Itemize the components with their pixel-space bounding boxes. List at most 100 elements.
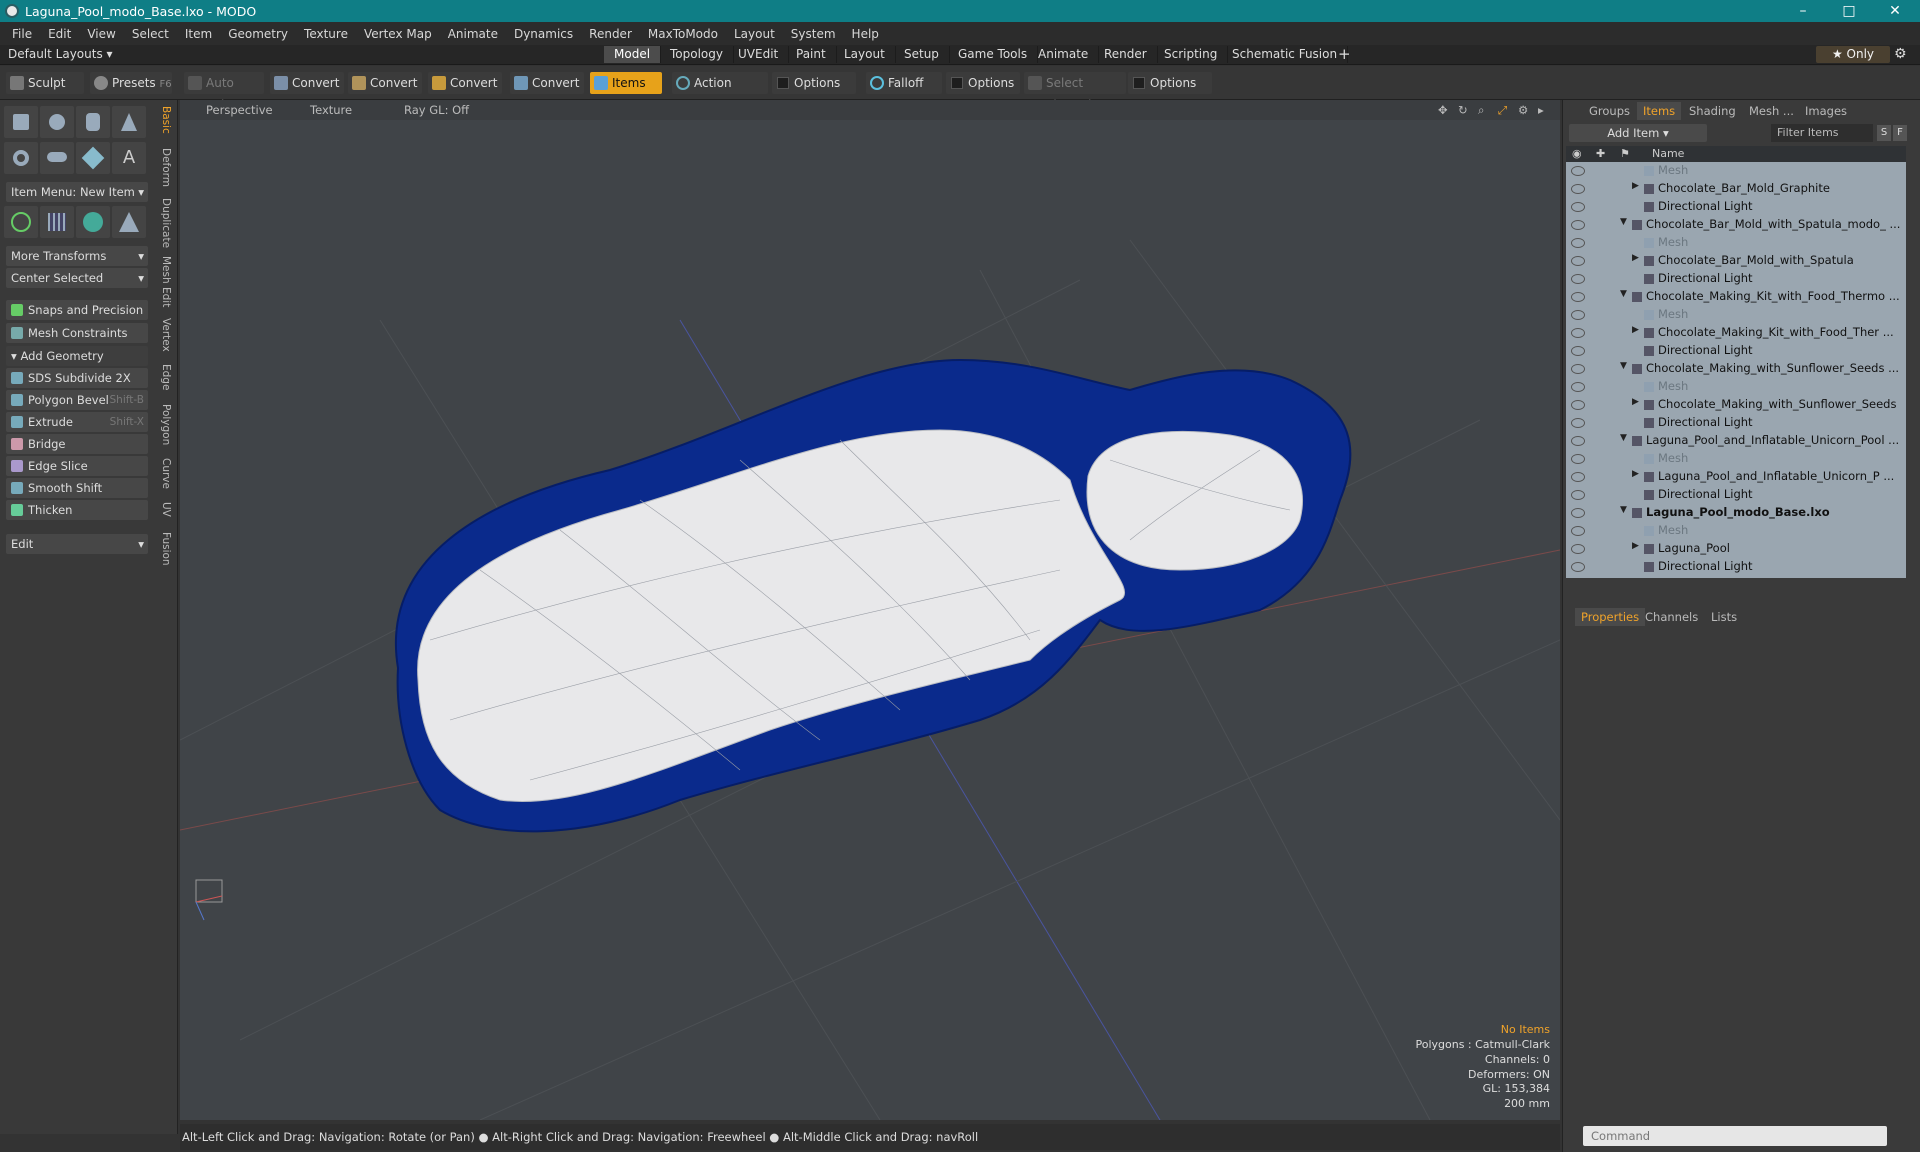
vtab-deform[interactable]: Deform: [154, 148, 172, 187]
menu-view[interactable]: View: [79, 27, 123, 41]
outliner-row[interactable]: Directional Light: [1566, 270, 1906, 288]
pen-icon[interactable]: [76, 142, 110, 174]
menu-geometry[interactable]: Geometry: [220, 27, 296, 41]
expand-arrow-icon[interactable]: ▶: [1632, 469, 1639, 479]
snaps-and-precision-button[interactable]: Snaps and Precision: [6, 300, 148, 320]
transform-icon[interactable]: [4, 206, 38, 238]
rotate-icon[interactable]: ↻: [1458, 103, 1468, 117]
texture-menu[interactable]: Texture: [310, 103, 352, 117]
outliner-row[interactable]: ▼ Chocolate_Making_Kit_with_Food_Thermo .…: [1566, 288, 1906, 306]
tab-items[interactable]: Items: [1637, 102, 1682, 120]
name-column-header[interactable]: Name: [1652, 147, 1684, 160]
cylinder-icon[interactable]: [76, 106, 110, 138]
torus-icon[interactable]: [4, 142, 38, 174]
pyramid-icon[interactable]: [112, 206, 146, 238]
outliner-row[interactable]: ▶ Laguna_Pool: [1566, 540, 1906, 558]
tab-groups[interactable]: Groups: [1583, 102, 1636, 120]
tab-topology[interactable]: Topology: [660, 46, 734, 63]
outliner-row[interactable]: Directional Light: [1566, 414, 1906, 432]
close-button[interactable]: ✕: [1872, 0, 1918, 22]
outliner-row[interactable]: ▶ Chocolate_Making_with_Sunflower_Seeds: [1566, 396, 1906, 414]
menu-system[interactable]: System: [783, 27, 844, 41]
collapse-arrow-icon[interactable]: ▼: [1620, 289, 1627, 299]
3d-viewport[interactable]: Perspective Texture Ray GL: Off ✥ ↻ ⌕ ⤢ …: [180, 100, 1560, 1120]
vtab-vertex[interactable]: Vertex: [154, 318, 172, 352]
eye-icon[interactable]: [1571, 256, 1585, 266]
item-outliner[interactable]: ◉ ✚ ⚑ Name Mesh ▶ Chocolate_Bar_Mold_Graph…: [1566, 146, 1906, 578]
add-tab-button[interactable]: +: [1328, 46, 1361, 63]
vtab-curve[interactable]: Curve: [154, 458, 172, 489]
eye-icon[interactable]: [1571, 202, 1585, 212]
sds-subdivide-button[interactable]: SDS Subdivide 2X: [6, 368, 148, 388]
collapse-arrow-icon[interactable]: ▼: [1620, 433, 1627, 443]
outliner-row[interactable]: Directional Light: [1566, 486, 1906, 504]
cone-icon[interactable]: [112, 106, 146, 138]
outliner-row[interactable]: Directional Light: [1566, 198, 1906, 216]
tube-icon[interactable]: [40, 142, 74, 174]
menu-help[interactable]: Help: [844, 27, 887, 41]
options-checkbox[interactable]: [1133, 77, 1145, 89]
outliner-row[interactable]: ▶ Chocolate_Bar_Mold_with_Spatula: [1566, 252, 1906, 270]
menu-layout[interactable]: Layout: [726, 27, 783, 41]
tab-mesh[interactable]: Mesh ...: [1743, 102, 1800, 120]
outliner-row[interactable]: Mesh: [1566, 234, 1906, 252]
command-input[interactable]: Command: [1583, 1126, 1887, 1146]
zoom-icon[interactable]: ⌕: [1478, 103, 1484, 118]
cube-icon[interactable]: [4, 106, 38, 138]
menu-texture[interactable]: Texture: [296, 27, 356, 41]
expand-arrow-icon[interactable]: ▶: [1632, 541, 1639, 551]
menu-edit[interactable]: Edit: [40, 27, 79, 41]
minimize-button[interactable]: –: [1780, 0, 1826, 22]
sphere-icon[interactable]: [40, 106, 74, 138]
outliner-row[interactable]: ▼ Chocolate_Making_with_Sunflower_Seeds .…: [1566, 360, 1906, 378]
viewport-menu-icon[interactable]: ▸: [1538, 103, 1544, 117]
tab-uvedit[interactable]: UVEdit: [728, 46, 790, 63]
tab-model[interactable]: Model: [604, 46, 662, 63]
vtab-fusion[interactable]: Fusion: [154, 532, 172, 566]
grid-icon[interactable]: [40, 206, 74, 238]
eye-icon[interactable]: [1571, 562, 1585, 572]
eye-icon[interactable]: [1571, 166, 1585, 176]
sculpt-button[interactable]: Sculpt: [6, 72, 84, 94]
tab-setup[interactable]: Setup: [894, 46, 950, 63]
filter-items-input[interactable]: Filter Items: [1771, 124, 1873, 142]
bridge-button[interactable]: Bridge: [6, 434, 148, 454]
outliner-row[interactable]: Directional Light: [1566, 342, 1906, 360]
outliner-row[interactable]: Directional Light: [1566, 558, 1906, 576]
eye-icon[interactable]: [1571, 472, 1585, 482]
options-button-1[interactable]: Options: [772, 72, 856, 94]
convert-button-2[interactable]: Convert: [348, 72, 422, 94]
outliner-row[interactable]: ▼ Laguna_Pool_and_Inflatable_Unicorn_Pool…: [1566, 432, 1906, 450]
expand-arrow-icon[interactable]: ▶: [1632, 397, 1639, 407]
collapse-arrow-icon[interactable]: ▼: [1620, 505, 1627, 515]
eye-icon[interactable]: [1571, 346, 1585, 356]
eye-icon[interactable]: [1571, 526, 1585, 536]
vtab-uv[interactable]: UV: [154, 502, 172, 517]
more-transforms-dropdown[interactable]: More Transforms: [6, 246, 148, 266]
eye-icon[interactable]: [1571, 364, 1585, 374]
menu-vertex-map[interactable]: Vertex Map: [356, 27, 440, 41]
options-button-2[interactable]: Options: [946, 72, 1020, 94]
collapse-arrow-icon[interactable]: ▼: [1620, 361, 1627, 371]
menu-render[interactable]: Render: [581, 27, 640, 41]
eye-icon[interactable]: [1571, 184, 1585, 194]
menu-animate[interactable]: Animate: [440, 27, 506, 41]
convert-button-1[interactable]: Convert: [270, 72, 344, 94]
tab-images[interactable]: Images: [1799, 102, 1853, 120]
eye-icon[interactable]: [1571, 400, 1585, 410]
auto-select-button[interactable]: Auto Select: [184, 72, 264, 112]
tab-paint[interactable]: Paint: [786, 46, 837, 63]
menu-file[interactable]: File: [4, 27, 40, 41]
eye-icon[interactable]: [1571, 508, 1585, 518]
eye-icon[interactable]: [1571, 436, 1585, 446]
select-through-button[interactable]: Select Through: [1024, 72, 1126, 112]
filter-s-button[interactable]: S: [1877, 125, 1891, 141]
outliner-row[interactable]: ▶ Laguna_Pool_and_Inflatable_Unicorn_P ..…: [1566, 468, 1906, 486]
expand-arrow-icon[interactable]: ▶: [1632, 181, 1639, 191]
raygl-menu[interactable]: Ray GL: Off: [404, 103, 469, 117]
edit-dropdown[interactable]: Edit: [6, 534, 148, 554]
mesh-constraints-button[interactable]: Mesh Constraints: [6, 323, 148, 343]
item-menu-dropdown[interactable]: Item Menu: New Item: [6, 182, 148, 202]
tab-animate[interactable]: Animate: [1028, 46, 1100, 63]
eye-icon[interactable]: [1571, 238, 1585, 248]
